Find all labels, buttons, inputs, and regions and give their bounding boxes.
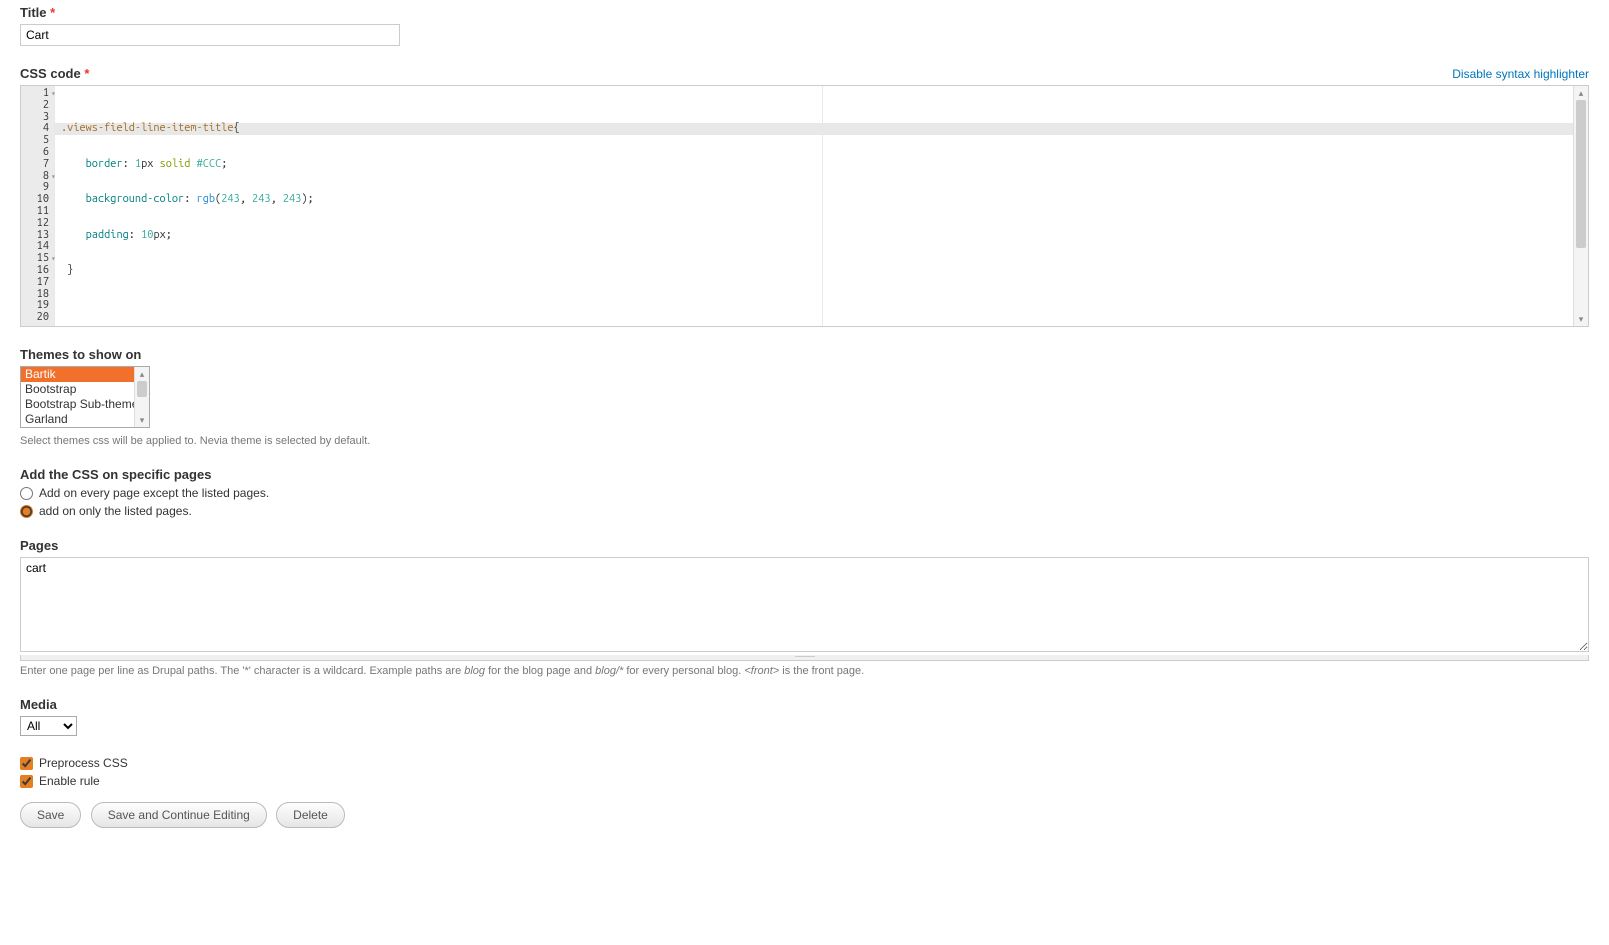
title-section: Title * [20, 5, 1589, 46]
radio-only-label: add on only the listed pages. [39, 504, 192, 518]
title-input[interactable] [20, 24, 400, 46]
themes-scrollbar[interactable]: ▴ ▾ [134, 367, 149, 427]
pages-label: Pages [20, 538, 1589, 553]
specific-pages-legend: Add the CSS on specific pages [20, 467, 1589, 482]
media-section: Media All [20, 697, 1589, 736]
title-label: Title * [20, 5, 1589, 20]
enable-label: Enable rule [39, 774, 100, 788]
save-continue-button[interactable]: Save and Continue Editing [91, 802, 267, 828]
pages-section: Pages Enter one page per line as Drupal … [20, 538, 1589, 677]
delete-button[interactable]: Delete [276, 802, 345, 828]
required-asterisk: * [84, 66, 89, 81]
css-code-section: CSS code * Disable syntax highlighter 1 … [20, 66, 1589, 327]
preprocess-checkbox[interactable] [20, 757, 33, 770]
css-code-editor[interactable]: 1 2 3 4 5 6 7 8 9 10 11 12 13 14 15 16 1… [20, 85, 1589, 327]
theme-option-garland[interactable]: Garland [21, 412, 149, 427]
themes-select[interactable]: Bartik Bootstrap Bootstrap Sub-theme Gar… [20, 366, 150, 428]
enable-checkbox[interactable] [20, 775, 33, 788]
save-button[interactable]: Save [20, 802, 81, 828]
required-asterisk: * [50, 5, 55, 20]
css-code-label: CSS code * [20, 66, 89, 81]
preprocess-row: Preprocess CSS [20, 756, 1589, 770]
enable-row: Enable rule [20, 774, 1589, 788]
action-buttons: Save Save and Continue Editing Delete [20, 802, 1589, 828]
disable-syntax-link[interactable]: Disable syntax highlighter [1452, 67, 1589, 81]
editor-scrollbar[interactable]: ▴ ▾ [1573, 86, 1588, 326]
scroll-up-icon[interactable]: ▴ [135, 367, 149, 381]
editor-body[interactable]: .views-field-line-item-title{ border: 1p… [55, 86, 1588, 326]
themes-label: Themes to show on [20, 347, 1589, 362]
radio-except[interactable] [20, 487, 33, 500]
scroll-up-icon[interactable]: ▴ [1574, 86, 1588, 100]
theme-option-bootstrap-sub[interactable]: Bootstrap Sub-theme [21, 397, 149, 412]
specific-pages-section: Add the CSS on specific pages Add on eve… [20, 467, 1589, 518]
preprocess-label: Preprocess CSS [39, 756, 128, 770]
scroll-down-icon[interactable]: ▾ [1574, 312, 1588, 326]
theme-option-bartik[interactable]: Bartik [21, 367, 149, 382]
pages-help: Enter one page per line as Drupal paths.… [20, 665, 1589, 677]
pages-textarea[interactable] [20, 557, 1589, 652]
textarea-resize-handle[interactable] [20, 655, 1589, 661]
media-label: Media [20, 697, 1589, 712]
themes-help: Select themes css will be applied to. Ne… [20, 435, 1589, 447]
editor-gutter: 1 2 3 4 5 6 7 8 9 10 11 12 13 14 15 16 1… [21, 86, 55, 326]
themes-section: Themes to show on Bartik Bootstrap Boots… [20, 347, 1589, 447]
scroll-down-icon[interactable]: ▾ [135, 413, 149, 427]
radio-only[interactable] [20, 505, 33, 518]
title-label-text: Title [20, 5, 47, 20]
radio-except-label: Add on every page except the listed page… [39, 486, 269, 500]
css-code-label-text: CSS code [20, 66, 81, 81]
theme-option-bootstrap[interactable]: Bootstrap [21, 382, 149, 397]
media-select[interactable]: All [20, 716, 77, 736]
